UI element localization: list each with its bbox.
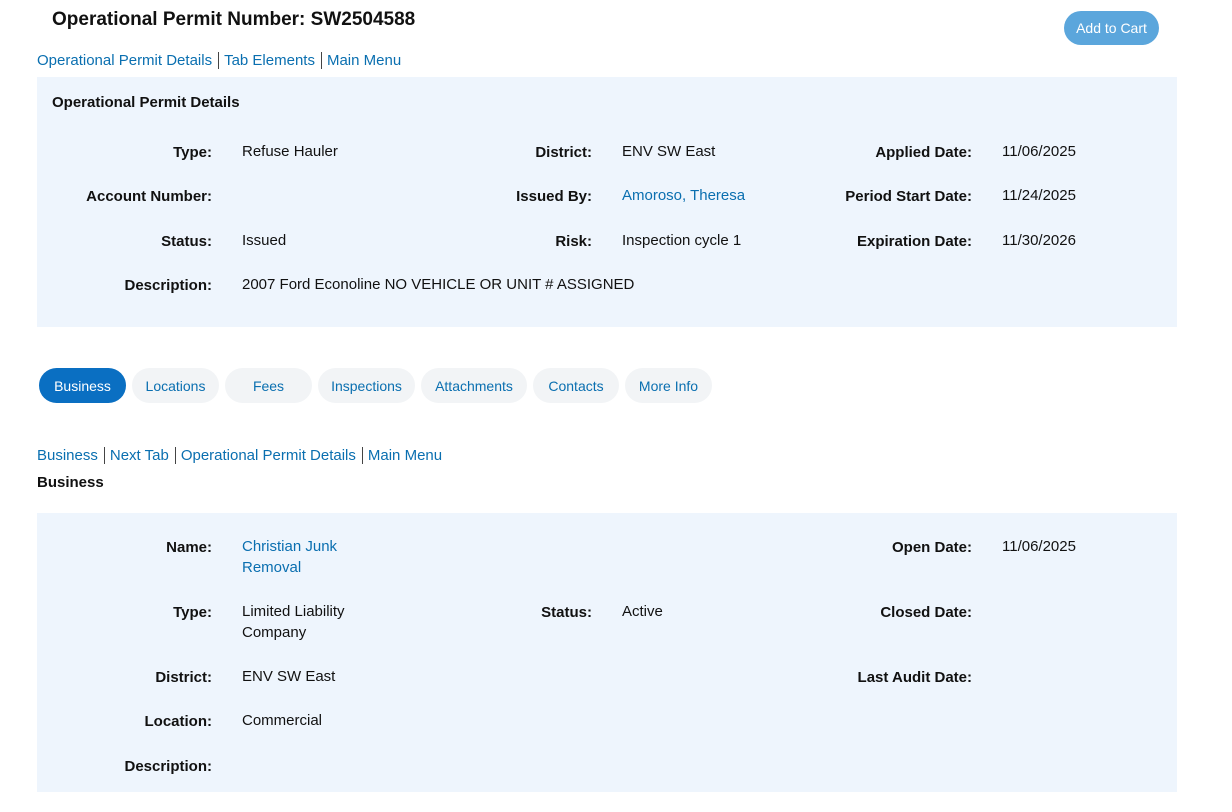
- business-panel: Name: Christian Junk Removal Open Date: …: [37, 513, 1177, 792]
- business-name-label: Name:: [166, 539, 212, 556]
- period-start-date-value: 11/24/2025: [1002, 187, 1076, 204]
- link-main-menu[interactable]: Main Menu: [368, 447, 442, 464]
- open-date-value: 11/06/2025: [1002, 538, 1076, 555]
- applied-date-label: Applied Date:: [875, 144, 972, 161]
- business-type-value: Limited Liability Company: [242, 603, 345, 641]
- description-label: Description:: [124, 277, 212, 294]
- link-operational-permit-details[interactable]: Operational Permit Details: [37, 52, 212, 69]
- link-tab-elements[interactable]: Tab Elements: [224, 52, 315, 69]
- permit-details-panel: Operational Permit Details Type: Refuse …: [37, 77, 1177, 327]
- link-operational-permit-details[interactable]: Operational Permit Details: [181, 447, 356, 464]
- business-description-label: Description:: [124, 758, 212, 775]
- open-date-label: Open Date:: [891, 539, 972, 556]
- applied-date-value: 11/06/2025: [1002, 143, 1076, 160]
- risk-value: Inspection cycle 1: [622, 232, 742, 249]
- type-value: Refuse Hauler: [242, 143, 338, 160]
- business-section-title: Business: [37, 474, 104, 491]
- top-link-bar: Operational Permit Details Tab Elements …: [37, 52, 401, 69]
- permit-details-title: Operational Permit Details: [52, 94, 240, 111]
- business-type-label: Type:: [173, 604, 212, 621]
- description-value: 2007 Ford Econoline NO VEHICLE OR UNIT #…: [242, 276, 635, 293]
- business-status-value: Active: [622, 603, 663, 620]
- type-label: Type:: [173, 144, 212, 161]
- tab-attachments[interactable]: Attachments: [421, 368, 527, 403]
- period-start-date-label: Period Start Date:: [845, 188, 972, 205]
- divider: [320, 52, 322, 69]
- issued-by-link[interactable]: Amoroso, Theresa: [622, 187, 745, 204]
- closed-date-label: Closed Date:: [880, 604, 972, 621]
- link-business[interactable]: Business: [37, 447, 98, 464]
- tab-inspections[interactable]: Inspections: [318, 368, 415, 403]
- business-district-label: District:: [155, 669, 212, 686]
- tab-link-bar: Business Next Tab Operational Permit Det…: [37, 447, 442, 464]
- business-status-label: Status:: [541, 604, 592, 621]
- tab-locations[interactable]: Locations: [132, 368, 219, 403]
- divider: [174, 447, 176, 464]
- business-district-value: ENV SW East: [242, 668, 336, 685]
- business-name-link[interactable]: Christian Junk Removal: [242, 538, 337, 576]
- link-next-tab[interactable]: Next Tab: [110, 447, 169, 464]
- last-audit-date-label: Last Audit Date:: [857, 669, 972, 686]
- page-title: Operational Permit Number: SW2504588: [52, 9, 416, 30]
- status-label: Status:: [161, 233, 212, 250]
- account-number-label: Account Number:: [86, 188, 212, 205]
- link-main-menu[interactable]: Main Menu: [327, 52, 401, 69]
- divider: [361, 447, 363, 464]
- divider: [218, 52, 220, 69]
- expiration-date-value: 11/30/2026: [1002, 232, 1076, 249]
- tab-business[interactable]: Business: [39, 368, 126, 403]
- business-location-value: Commercial: [242, 712, 323, 729]
- expiration-date-label: Expiration Date:: [856, 233, 972, 250]
- business-location-label: Location:: [144, 713, 213, 730]
- tab-bar: Business Locations Fees Inspections Atta…: [39, 368, 712, 403]
- tab-contacts[interactable]: Contacts: [533, 368, 619, 403]
- tab-more-info[interactable]: More Info: [625, 368, 712, 403]
- tab-fees[interactable]: Fees: [225, 368, 312, 403]
- divider: [103, 447, 105, 464]
- status-value: Issued: [242, 232, 287, 249]
- add-to-cart-button[interactable]: Add to Cart: [1064, 11, 1159, 45]
- district-label: District:: [535, 144, 592, 161]
- issued-by-label: Issued By:: [516, 188, 592, 205]
- risk-label: Risk:: [555, 233, 592, 250]
- district-value: ENV SW East: [622, 143, 716, 160]
